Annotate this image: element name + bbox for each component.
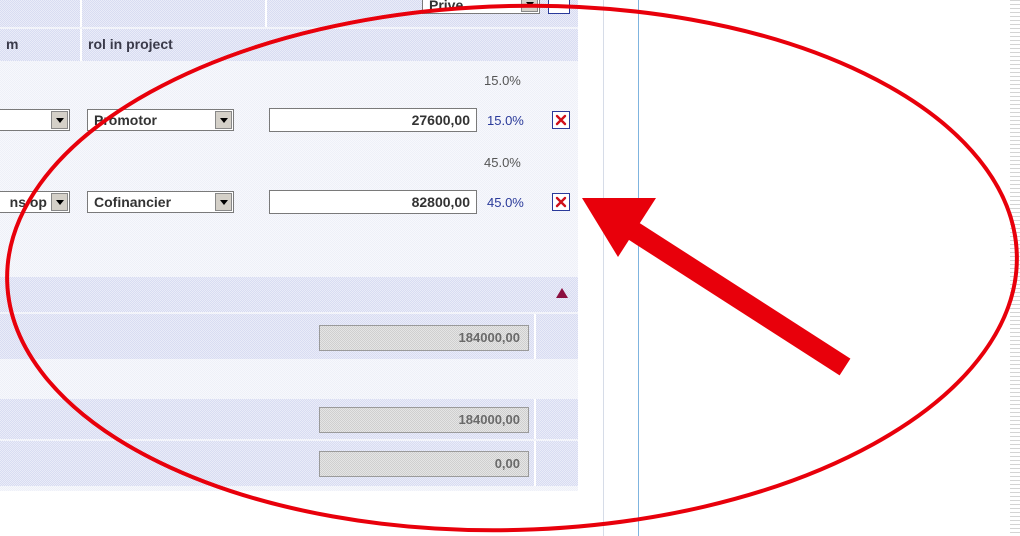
row1-role-select[interactable]: Promotor	[87, 109, 234, 131]
section-header-band	[0, 277, 578, 312]
row1-org-select[interactable]	[0, 109, 70, 131]
chevron-down-icon[interactable]	[51, 111, 68, 129]
subtotal-field: 184000,00	[319, 325, 529, 351]
top-select[interactable]: Prive	[422, 0, 540, 14]
pane-border-left	[603, 0, 604, 536]
top-select-value: Prive	[429, 0, 464, 13]
row2-role-select[interactable]: Cofinancier	[87, 191, 234, 213]
top-action-button[interactable]	[548, 0, 570, 14]
column-header-band	[0, 29, 578, 61]
annotation-arrow-icon	[582, 198, 851, 376]
row1-amount-input[interactable]: 27600,00	[269, 108, 477, 132]
triangle-up-icon	[556, 288, 568, 298]
chevron-down-icon[interactable]	[51, 193, 68, 211]
row2-org-select[interactable]: ns op	[0, 191, 70, 213]
collapse-button[interactable]	[555, 287, 569, 302]
chevron-down-icon[interactable]	[215, 111, 232, 129]
window-edge	[1010, 0, 1020, 536]
row2-org-value: ns op	[9, 194, 47, 210]
row2-percent-top: 45.0%	[484, 155, 521, 170]
row1-role-value: Promotor	[94, 112, 157, 128]
pane-border-blue	[638, 0, 639, 536]
row2-delete-button[interactable]	[552, 193, 570, 211]
row2-role-value: Cofinancier	[94, 194, 172, 210]
row2-amount-input[interactable]: 82800,00	[269, 190, 477, 214]
column-header-m: m	[6, 36, 19, 52]
row1-delete-button[interactable]	[552, 111, 570, 129]
chevron-down-icon[interactable]	[521, 0, 538, 12]
row1-percent: 15.0%	[487, 113, 524, 128]
column-header-role: rol in project	[88, 36, 173, 52]
row2-percent: 45.0%	[487, 195, 524, 210]
total-field: 184000,00	[319, 407, 529, 433]
difference-field: 0,00	[319, 451, 529, 477]
chevron-down-icon[interactable]	[215, 193, 232, 211]
close-x-icon	[555, 196, 567, 208]
close-x-icon	[555, 114, 567, 126]
row1-percent-top: 15.0%	[484, 73, 521, 88]
